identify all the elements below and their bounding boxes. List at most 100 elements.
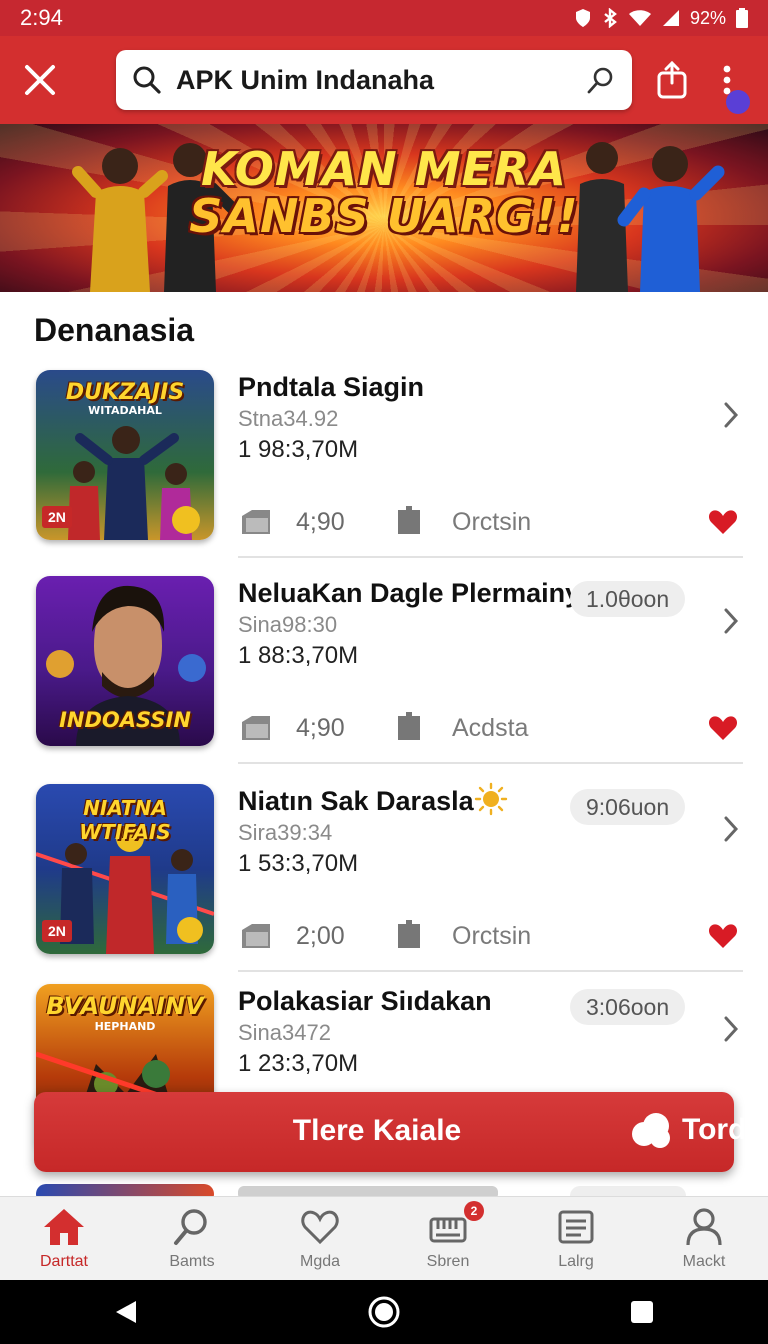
- bookmark-icon: [398, 920, 420, 948]
- heart-icon[interactable]: [708, 508, 738, 536]
- nav-badge: 2: [464, 1201, 484, 1221]
- game-list-item[interactable]: DUKZAJIS WITADAHAL 2N Pndtala Siagin Stn…: [0, 370, 768, 576]
- game-list-item[interactable]: INDOASSIN NeluaKan Dagle Plermainy 1.0θo…: [0, 576, 768, 782]
- nav-label: Sbren: [426, 1253, 470, 1270]
- game-stat: 1 23:3,70M: [238, 1050, 359, 1077]
- search-icon: [174, 1209, 207, 1245]
- signal-icon: [662, 10, 679, 26]
- game-stat: 1 88:3,70M: [238, 642, 359, 669]
- game-pill-badge: 1.0θoon: [570, 581, 686, 617]
- chevron-right-icon[interactable]: [720, 814, 742, 844]
- search-input[interactable]: APK Unim Indanaha: [176, 65, 586, 96]
- game-thumbnail[interactable]: INDOASSIN: [36, 576, 214, 746]
- store-icon: [429, 1217, 467, 1243]
- chevron-right-icon[interactable]: [720, 400, 742, 430]
- game-thumbnail[interactable]: DUKZAJIS WITADAHAL 2N: [36, 370, 214, 540]
- game-tag: Orctsin: [452, 508, 532, 536]
- back-icon[interactable]: [114, 1299, 138, 1325]
- home-circle-icon[interactable]: [367, 1295, 401, 1329]
- chevron-right-icon[interactable]: [720, 606, 742, 636]
- home-icon: [44, 1209, 84, 1245]
- thumbnail-title: DUKZAJIS: [65, 380, 185, 405]
- game-stat: 1 53:3,70M: [238, 850, 359, 877]
- nav-item-home[interactable]: Darttat: [0, 1197, 128, 1281]
- nav-label: Mgda: [299, 1253, 341, 1270]
- banner-title: KOMAN MERA SANBS UARG!!: [0, 146, 768, 240]
- system-navigation-bar: [0, 1280, 768, 1344]
- game-rating: 4;90: [296, 714, 345, 742]
- heart-icon[interactable]: [708, 714, 738, 742]
- list-icon: [558, 1210, 594, 1244]
- thumbnail-title: NIATNA WTIFAIS: [79, 796, 171, 844]
- notification-dot: [726, 90, 750, 114]
- folder-icon: [242, 924, 270, 948]
- heart-icon[interactable]: [708, 922, 738, 950]
- primary-action-label: Tlere Kaiale: [292, 1114, 462, 1147]
- game-meta: 2;00 Orctsin: [238, 920, 748, 954]
- close-button[interactable]: [0, 36, 80, 124]
- row-divider: [238, 556, 743, 558]
- secondary-action[interactable]: Tord: [630, 1110, 746, 1150]
- share-button[interactable]: [652, 58, 692, 102]
- game-stat: 1 98:3,70M: [238, 436, 359, 463]
- heart-icon: [301, 1210, 339, 1245]
- folder-icon: [242, 716, 270, 740]
- game-name[interactable]: NeluaKan Dagle Plermainy: [238, 578, 580, 609]
- search-bar[interactable]: APK Unim Indanaha: [116, 50, 632, 110]
- thumbnail-title: BVAUNAINV: [46, 992, 204, 1020]
- nav-item-list[interactable]: Lalrg: [512, 1197, 640, 1281]
- secondary-action-label: Tord: [682, 1113, 747, 1146]
- search-icon: [133, 66, 161, 94]
- game-thumbnail[interactable]: NIATNA WTIFAIS 2N: [36, 784, 214, 954]
- game-tag: Orctsin: [452, 922, 532, 950]
- nav-item-store[interactable]: 2 Sbren: [384, 1197, 512, 1281]
- app-bar: APK Unim Indanaha: [0, 36, 768, 124]
- promo-banner[interactable]: KOMAN MERA SANBS UARG!!: [0, 124, 768, 292]
- folder-icon: [242, 510, 270, 534]
- nav-label: Darttat: [39, 1253, 88, 1270]
- game-name[interactable]: Polakasiar Siıdakan: [238, 986, 492, 1017]
- sun-icon: [474, 782, 508, 816]
- row-divider: [238, 970, 743, 972]
- game-rating: 2;00: [296, 922, 345, 950]
- status-icons: 92%: [574, 8, 748, 29]
- game-subtitle: Sina3472: [238, 1020, 331, 1045]
- game-subtitle: Sina98:30: [238, 612, 338, 637]
- battery-icon: [736, 8, 748, 28]
- nav-item-search[interactable]: Bamts: [128, 1197, 256, 1281]
- game-subtitle: Sira39:34: [238, 820, 333, 845]
- thumbnail-subtitle: WITADAHAL: [88, 404, 162, 417]
- chevron-right-icon[interactable]: [720, 1014, 742, 1044]
- game-name[interactable]: Niatın Sak Darasla: [238, 786, 474, 817]
- nav-item-favorites[interactable]: Mgda: [256, 1197, 384, 1281]
- thumbnail-badge: 2N: [42, 920, 72, 942]
- voice-search-icon: [587, 67, 613, 94]
- nav-label: Mackt: [682, 1253, 726, 1270]
- game-meta: 4;90 Acdsta: [238, 712, 748, 746]
- recents-icon[interactable]: [630, 1300, 654, 1324]
- nav-label: Bamts: [169, 1253, 215, 1270]
- section-title: Denanasia: [34, 312, 195, 348]
- bookmark-icon: [398, 506, 420, 534]
- banner-title-line1: KOMAN MERA: [201, 142, 567, 196]
- wifi-icon: [628, 10, 651, 26]
- thumbnail-badge: 2N: [42, 506, 72, 528]
- game-rating: 4;90: [296, 508, 345, 536]
- game-name[interactable]: Pndtala Siagin: [238, 372, 424, 403]
- profile-icon: [686, 1208, 722, 1246]
- game-pill-badge: 3:06oon: [570, 989, 686, 1025]
- bookmark-icon: [398, 712, 420, 740]
- battery-percent: 92%: [689, 7, 726, 28]
- nav-label: Lalrg: [558, 1253, 594, 1270]
- game-pill-badge: 9:06uon: [570, 789, 686, 825]
- game-meta: 4;90 Orctsin: [238, 506, 748, 540]
- nav-item-profile[interactable]: Mackt: [640, 1197, 768, 1281]
- game-subtitle: Stna34.92: [238, 406, 339, 431]
- bluetooth-icon: [604, 8, 617, 28]
- row-divider: [238, 762, 743, 764]
- primary-action-button[interactable]: Tlere Kaiale Tord: [34, 1092, 746, 1172]
- game-list-item[interactable]: NIATNA WTIFAIS 2N Niatın Sak Darasla 9:0…: [0, 782, 768, 990]
- cloud-icon: [632, 1113, 670, 1148]
- game-tag: Acdsta: [452, 714, 529, 742]
- bottom-navigation: Darttat Bamts Mgda 2 Sbren Lalrg Mackt: [0, 1196, 768, 1280]
